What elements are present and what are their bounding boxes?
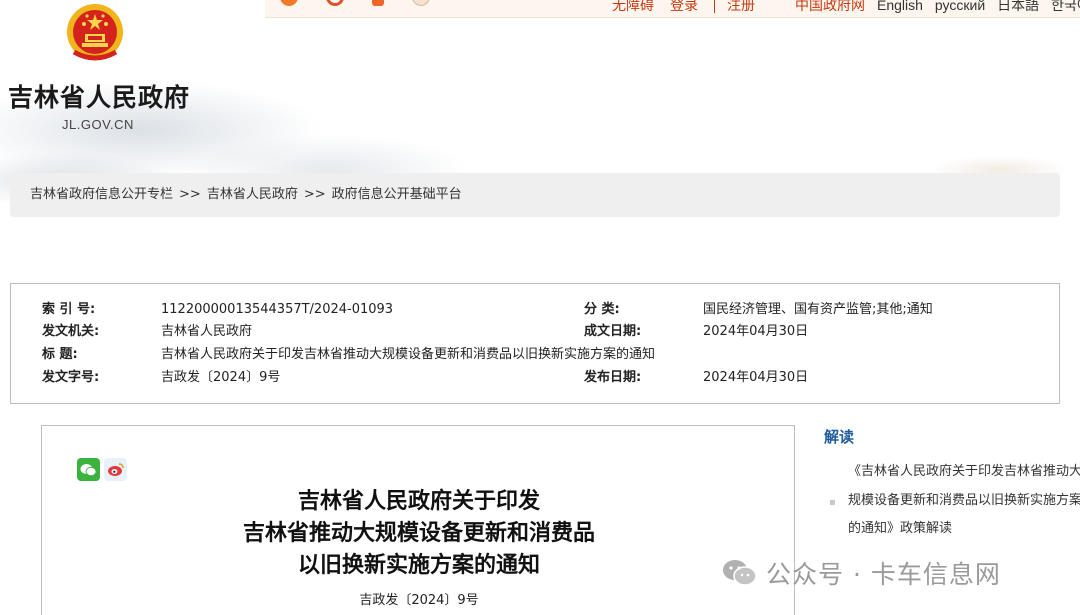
interpretation-link-text[interactable]: 《吉林省人民政府关于印发吉林省推动大规模设备更新和消费品以旧换新实施方案的通知》… <box>832 458 1080 544</box>
site-title[interactable]: 吉林省人民政府 <box>8 78 190 114</box>
published-date-value: 2024年04月30日 <box>703 370 809 385</box>
published-date-label: 发布日期: <box>584 370 642 385</box>
breadcrumb: 吉林省政府信息公开专栏 >> 吉林省人民政府 >> 政府信息公开基础平台 <box>10 173 1060 217</box>
mascot-icon[interactable] <box>412 0 430 6</box>
docno-label: 发文字号: <box>42 370 100 385</box>
wechat-watermark-icon <box>723 560 757 586</box>
register-link[interactable]: 注册 <box>727 0 755 15</box>
breadcrumb-item[interactable]: 吉林省人民政府 <box>207 187 298 202</box>
site-domain: JL.GOV.CN <box>62 117 134 132</box>
accessibility-link[interactable]: 无障碍 <box>612 0 654 15</box>
lang-link-korean[interactable]: 한국어 <box>1051 0 1080 15</box>
document-title-line: 吉林省人民政府关于印发 <box>297 489 540 514</box>
meta-row-docno: 发文字号: 吉政发〔2024〕9号 发布日期: 2024年04月30日 <box>11 368 1059 388</box>
document-title-line: 吉林省推动大规模设备更新和消费品 <box>242 521 595 546</box>
national-emblem-icon <box>67 4 123 61</box>
index-label: 索 引 号: <box>42 302 96 317</box>
document-title-line: 以旧换新实施方案的通知 <box>297 553 540 578</box>
interpretation-heading: 解读 <box>824 428 855 446</box>
weibo-icon[interactable] <box>104 458 127 481</box>
orange-circle-icon[interactable] <box>280 0 298 6</box>
meta-row-index: 索 引 号: 11220000013544357T/2024-01093 分 类… <box>11 300 1059 320</box>
bullet-icon <box>830 500 835 505</box>
lang-link-gov[interactable]: 中国政府网 <box>795 0 865 15</box>
red-circle-icon[interactable] <box>326 0 344 6</box>
created-date-label: 成文日期: <box>584 324 642 339</box>
issuer-value: 吉林省人民政府 <box>161 324 253 339</box>
share-buttons <box>77 458 127 481</box>
breadcrumb-item[interactable]: 政府信息公开基础平台 <box>332 187 462 202</box>
document-number: 吉政发〔2024〕9号 <box>359 593 479 608</box>
wechat-icon[interactable] <box>77 458 100 481</box>
title-label: 标 题: <box>42 347 78 362</box>
top-icon-group <box>280 0 430 6</box>
breadcrumb-item[interactable]: 吉林省政府信息公开专栏 <box>30 187 173 202</box>
divider <box>714 0 715 13</box>
breadcrumb-separator: >> <box>179 187 201 202</box>
issuer-label: 发文机关: <box>42 324 100 339</box>
lang-link-english[interactable]: English <box>877 0 923 13</box>
breadcrumb-separator: >> <box>303 187 326 202</box>
meta-row-issuer: 发文机关: 吉林省人民政府 成文日期: 2024年04月30日 <box>11 322 1059 342</box>
category-label: 分 类: <box>584 302 620 317</box>
created-date-value: 2024年04月30日 <box>703 324 809 339</box>
meta-row-title: 标 题: 吉林省人民政府关于印发吉林省推动大规模设备更新和消费品以旧换新实施方案… <box>11 345 1059 365</box>
watermark-text: 公众号 · 卡车信息网 <box>766 560 1001 589</box>
interpretation-link[interactable]: 《吉林省人民政府关于印发吉林省推动大规模设备更新和消费品以旧换新实施方案的通知》… <box>830 458 1080 544</box>
document-metadata-table: 索 引 号: 11220000013544357T/2024-01093 分 类… <box>10 283 1060 404</box>
watermark: 公众号 · 卡车信息网 <box>722 555 1001 591</box>
lang-link-russian[interactable]: русский <box>935 0 985 13</box>
category-value: 国民经济管理、国有资产监管;其他;通知 <box>703 302 933 317</box>
orange-app-icon[interactable] <box>372 0 384 6</box>
title-value: 吉林省人民政府关于印发吉林省推动大规模设备更新和消费品以旧换新实施方案的通知 <box>161 347 656 362</box>
docno-value: 吉政发〔2024〕9号 <box>161 370 281 385</box>
document-title: 吉林省人民政府关于印发 吉林省推动大规模设备更新和消费品 以旧换新实施方案的通知 <box>42 486 796 582</box>
document-content: 吉林省人民政府关于印发 吉林省推动大规模设备更新和消费品 以旧换新实施方案的通知… <box>41 425 795 615</box>
index-value: 11220000013544357T/2024-01093 <box>161 302 394 317</box>
login-link[interactable]: 登录 <box>670 0 698 15</box>
lang-link-japanese[interactable]: 日本語 <box>997 0 1039 15</box>
top-links: 无障碍 登录 注册 中国政府网 English русский 日本語 한국어 <box>612 0 1080 15</box>
